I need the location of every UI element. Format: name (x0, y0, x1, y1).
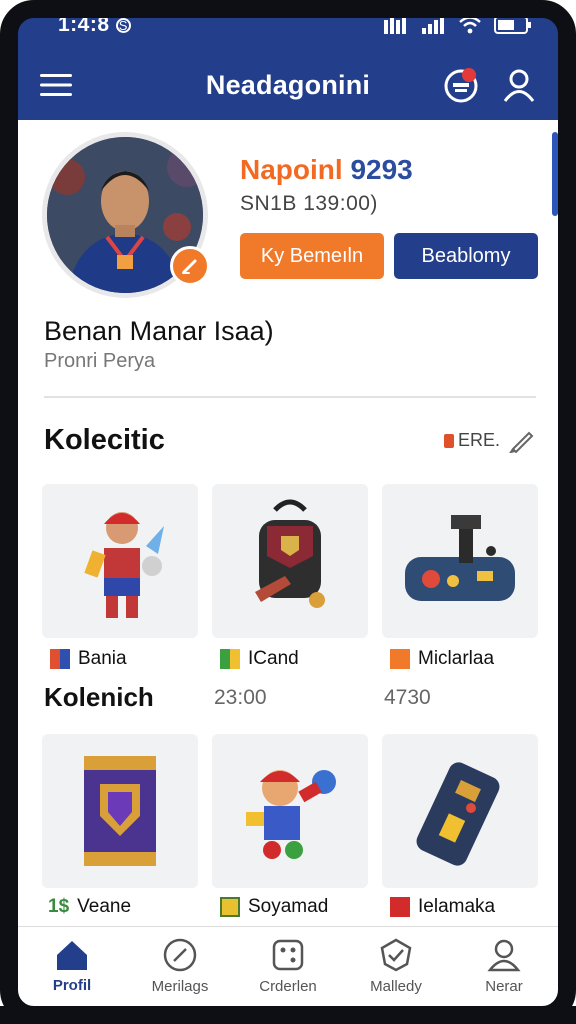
bottom-navigation: Profil Merilags Crderlen Malledy Nerar (18, 926, 558, 1006)
nav-nerar[interactable]: Nerar (450, 927, 558, 1006)
avatar-container[interactable] (42, 132, 210, 300)
game-console-icon (405, 515, 515, 601)
user-icon (503, 69, 535, 102)
flag-yellow-icon (220, 897, 240, 917)
edit-collection-button[interactable] (506, 424, 538, 456)
backpack-icon (255, 499, 325, 608)
nav-label: Merilags (151, 978, 209, 995)
nav-label: Crderlen (259, 978, 317, 995)
profile-stats: SN1B 139:00) (240, 192, 378, 215)
primary-action-button[interactable]: Ky Bemeıln (240, 233, 384, 279)
divider (44, 396, 536, 398)
pencil-icon (509, 431, 534, 453)
hero-figure-icon (246, 770, 336, 859)
profile-name-number: 9293 (350, 154, 413, 185)
wifi-icon (459, 16, 481, 34)
collection-item-label: 1$ Veane (48, 896, 131, 918)
status-time: 1:4:8 (58, 13, 110, 36)
collection-card-3[interactable] (382, 484, 538, 638)
collection-filter-label: ERE. (457, 430, 500, 450)
collection-card-5[interactable] (212, 734, 368, 888)
secondary-action-button[interactable]: Beablomy (394, 233, 538, 279)
profile-name: Napoinl 9293 (240, 154, 413, 186)
hamburger-icon (40, 74, 72, 96)
notifications-button[interactable] (442, 66, 480, 104)
collection-title: Kolecitic (44, 424, 165, 456)
collection-item-name: Veane (77, 896, 132, 917)
collection-card-4[interactable] (42, 734, 198, 888)
nav-label: Nerar (485, 978, 523, 995)
collection-item-name: Ielamaka (418, 896, 496, 917)
phone-bezel-bottom (0, 1006, 576, 1024)
nav-label: Malledy (370, 978, 422, 995)
collection-item-label: ICand (220, 648, 299, 670)
subsection-title: Kolenich (44, 682, 154, 712)
collection-item-label: Bania (50, 648, 127, 670)
edit-avatar-badge[interactable] (170, 246, 210, 286)
item-prefix: 1$ (48, 896, 70, 917)
profile-content: Napoinl 9293 SN1B 139:00) Ky Bemeıln Bea… (18, 120, 558, 928)
user-full-name: Benan Manar Isaa) (44, 316, 274, 346)
nav-label: Profil (52, 977, 92, 994)
subsection-meta-time: 23:00 (214, 686, 267, 709)
collection-item-label: Ielamaka (390, 896, 495, 918)
notification-icon (444, 68, 478, 103)
collection-card-1[interactable] (42, 484, 198, 638)
flag-orange-icon (390, 649, 410, 669)
shield-banner-icon (84, 756, 156, 866)
user-subtitle: Pronri Perya (44, 350, 156, 372)
nav-merilags[interactable]: Merilags (126, 927, 234, 1006)
user-icon (487, 939, 521, 972)
flag-red-blue-icon (50, 649, 70, 669)
collection-item-label: Soyamad (220, 896, 328, 918)
edit-icon (182, 259, 197, 274)
nav-crderlen[interactable]: Crderlen (234, 927, 342, 1006)
subsection-meta-count: 4730 (384, 686, 431, 709)
collection-item-name: Miclarlaa (418, 648, 495, 669)
flag-green-yellow-icon (220, 649, 240, 669)
battery-icon (494, 16, 531, 34)
scrollbar[interactable] (552, 132, 558, 216)
warrior-figure-icon (84, 512, 164, 618)
collection-card-2[interactable] (212, 484, 368, 638)
data-signal-icon (384, 18, 406, 34)
status-bar: 1:4:8 S (18, 0, 558, 50)
account-button[interactable] (502, 68, 536, 102)
cell-signal-icon (422, 16, 444, 34)
collection-filter[interactable]: ERE. (443, 430, 500, 451)
dice-icon (272, 939, 304, 971)
controller-device-icon (416, 762, 500, 866)
tag-icon (443, 433, 454, 448)
status-indicator: S (115, 17, 131, 33)
nav-malledy[interactable]: Malledy (342, 927, 450, 1006)
menu-button[interactable] (26, 55, 86, 115)
phone-screen: 1:4:8 S Neadagonini Napoinl 9293 SN1B 13… (0, 0, 576, 1024)
collection-item-name: Bania (78, 648, 127, 669)
collection-card-6[interactable] (382, 734, 538, 888)
collection-item-label: Miclarlaa (390, 648, 494, 670)
profile-name-first: Napoinl (240, 154, 343, 185)
flag-red-icon (390, 897, 410, 917)
collection-item-name: Soyamad (248, 896, 329, 917)
compass-icon (163, 938, 197, 972)
app-bar: Neadagonini (18, 50, 558, 120)
home-icon (57, 941, 87, 970)
status-icons (384, 15, 532, 35)
shield-check-icon (380, 938, 412, 972)
nav-profil[interactable]: Profil (18, 927, 126, 1006)
collection-item-name: ICand (248, 648, 299, 669)
